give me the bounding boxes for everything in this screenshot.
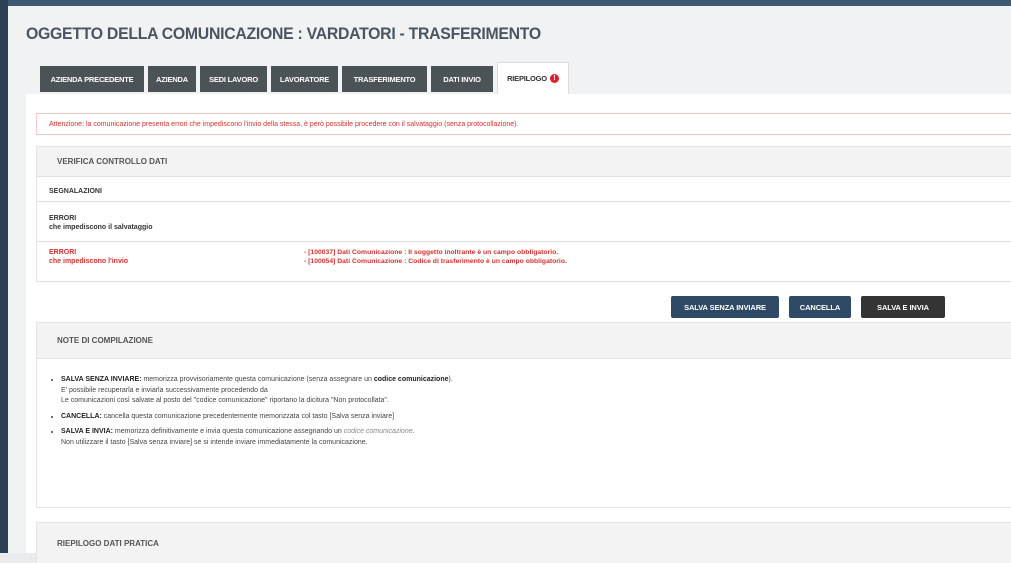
tab-sedi-lavoro[interactable]: SEDI LAVORO	[200, 66, 267, 92]
cancel-button[interactable]: CANCELLA	[789, 296, 851, 318]
note-term: SALVA E INVIA:	[61, 428, 113, 435]
errors-save-subtitle: che impediscono il salvataggio	[49, 224, 153, 231]
signals-row: SEGNALAZIONI	[37, 177, 1011, 202]
note-text: Non utilizzare il tasto [Salva senza inv…	[61, 438, 368, 446]
note-item: SALVA E INVIA: memorizza definitivamente…	[61, 427, 453, 448]
save-without-send-button[interactable]: SALVA SENZA INVIARE	[671, 296, 779, 318]
errors-send-row: ERRORI che impediscono l'invio - [100037…	[37, 242, 1011, 282]
errors-send-subtitle: che impediscono l'invio	[49, 258, 129, 265]
note-text: .	[412, 428, 415, 435]
error-alert: Attenzione: la comunicazione presenta er…	[36, 113, 1011, 135]
page-title: OGGETTO DELLA COMUNICAZIONE : VARDATORI …	[26, 24, 541, 43]
errors-send-title: ERRORI	[49, 249, 77, 256]
note-text: cancella questa comunicazione precedente…	[101, 412, 395, 420]
notes-panel-header: NOTE DI COMPILAZIONE	[37, 323, 1011, 359]
summary-panel: RIEPILOGO DATI PRATICA	[36, 522, 1011, 563]
error-message: - [100037] Dati Comunicazione : Il sogge…	[304, 249, 559, 256]
notes-panel: NOTE DI COMPILAZIONE SALVA SENZA INVIARE…	[36, 322, 1011, 508]
tab-label: SEDI LAVORO	[209, 74, 258, 84]
save-and-send-button[interactable]: SALVA E INVIA	[861, 296, 945, 318]
tab-label: LAVORATORE	[279, 74, 330, 84]
tab-azienda[interactable]: AZIENDA	[148, 66, 196, 92]
error-message: - [100054] Dati Comunicazione : Codice d…	[304, 258, 567, 265]
alert-message: Attenzione: la comunicazione presenta er…	[49, 120, 519, 128]
verify-panel-header: VERIFICA CONTROLLO DATI	[37, 147, 1011, 177]
tab-azienda-precedente[interactable]: AZIENDA PRECEDENTE	[40, 66, 144, 92]
note-item: CANCELLA: cancella questa comunicazione …	[61, 412, 453, 423]
errors-send-label: ERRORI che impediscono l'invio	[49, 248, 128, 266]
tab-label: TRASFERIMENTO	[353, 74, 416, 84]
tab-lavoratore[interactable]: LAVORATORE	[271, 66, 338, 92]
tab-label: AZIENDA	[156, 74, 188, 84]
note-text: E' possibile recuperarla e inviarla succ…	[61, 386, 268, 394]
tab-riepilogo[interactable]: RIEPILOGO !	[497, 62, 569, 94]
note-text: ).	[448, 376, 453, 383]
note-text: Le comunicazioni così salvate al posto d…	[61, 397, 389, 404]
note-item: SALVA SENZA INVIARE: memorizza provvisor…	[61, 375, 453, 407]
tab-dati-invio[interactable]: DATI INVIO	[431, 66, 493, 92]
signals-label: SEGNALAZIONI	[49, 188, 102, 195]
tab-label: RIEPILOGO	[507, 74, 547, 83]
notes-list: SALVA SENZA INVIARE: memorizza provvisor…	[49, 375, 453, 453]
errors-save-row: ERRORI che impediscono il salvataggio	[37, 202, 1011, 242]
tab-label: AZIENDA PRECEDENTE	[50, 74, 134, 84]
note-term: SALVA SENZA INVIARE:	[61, 376, 142, 383]
note-term: CANCELLA:	[61, 412, 102, 420]
left-sidebar-strip	[0, 0, 8, 553]
tab-trasferimento[interactable]: TRASFERIMENTO	[342, 66, 427, 92]
error-circle-icon: !	[549, 74, 559, 83]
note-code: codice comunicazione	[343, 428, 413, 435]
tab-label: DATI INVIO	[443, 74, 481, 84]
note-text: memorizza definitivamente e invia questa…	[112, 428, 344, 435]
errors-send-messages: - [100037] Dati Comunicazione : Il sogge…	[304, 248, 567, 266]
verify-panel: VERIFICA CONTROLLO DATI SEGNALAZIONI ERR…	[36, 146, 1011, 282]
errors-save-label: ERRORI che impediscono il salvataggio	[49, 214, 152, 232]
errors-save-title: ERRORI	[49, 215, 77, 222]
note-text: memorizza provvisoriamente questa comuni…	[141, 376, 374, 383]
summary-panel-header: RIEPILOGO DATI PRATICA	[37, 523, 1011, 563]
note-code: codice comunicazione	[373, 376, 449, 383]
